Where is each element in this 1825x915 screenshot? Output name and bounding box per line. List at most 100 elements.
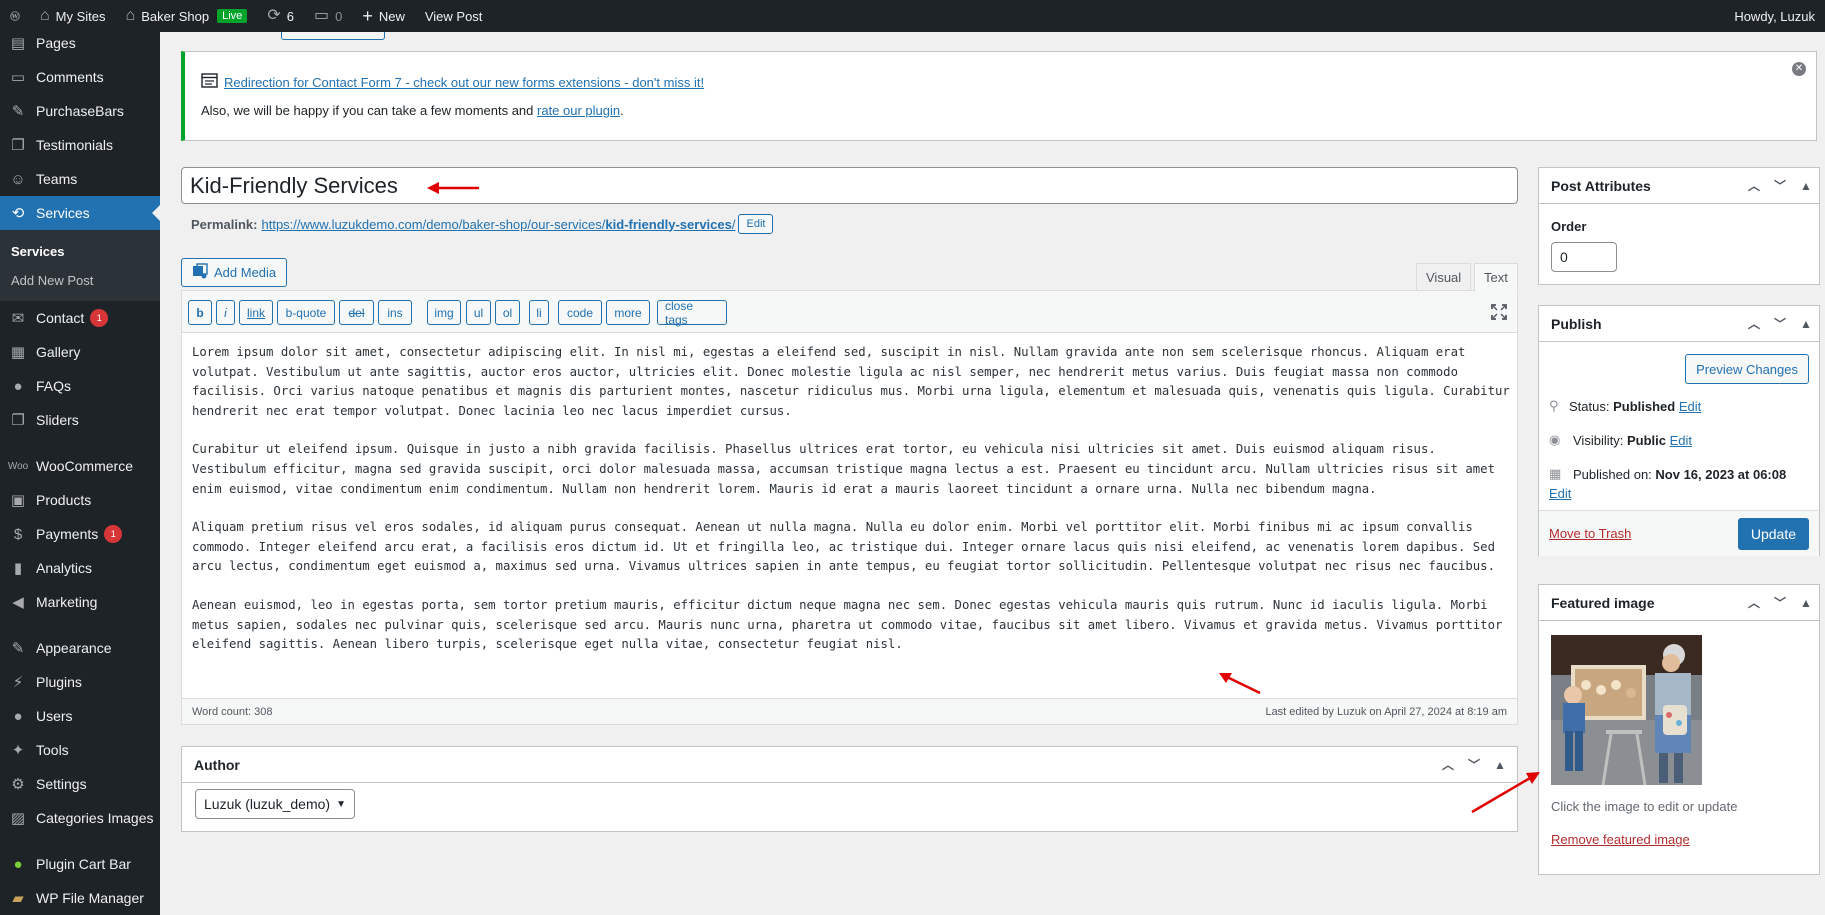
sidebar-item-testimonials[interactable]: ❐ Testimonials — [0, 128, 160, 162]
triangle-up-icon[interactable]: ▲ — [1487, 758, 1513, 772]
sidebar-item-categories-images[interactable]: ▨ Categories Images — [0, 801, 160, 835]
chevron-down-icon[interactable]: ﹀ — [1767, 315, 1793, 332]
chart-bar-icon: ▮ — [13, 560, 23, 577]
site-name-menu[interactable]: ⌂ Baker Shop Live — [116, 0, 258, 32]
home-icon: ⌂ — [125, 7, 136, 24]
sidebar-item-pages[interactable]: ▤ Pages — [0, 32, 160, 54]
qt-img-button[interactable]: img — [427, 300, 461, 325]
sidebar-item-plugin-cart-bar[interactable]: ● Plugin Cart Bar — [0, 847, 160, 881]
chevron-up-icon[interactable]: ︿ — [1741, 177, 1767, 194]
sidebar-item-faqs[interactable]: ● FAQs — [0, 369, 160, 403]
featured-image-thumbnail[interactable] — [1551, 635, 1702, 785]
submenu-item-services[interactable]: Services — [0, 237, 160, 266]
chevron-down-icon[interactable]: ﹀ — [1767, 594, 1793, 611]
sidebar-item-teams[interactable]: ☺ Teams — [0, 162, 160, 196]
triangle-up-icon[interactable]: ▲ — [1793, 317, 1819, 331]
qt-code-button[interactable]: code — [558, 300, 602, 325]
author-select[interactable]: Luzuk (luzuk_demo) ▼ — [195, 789, 355, 819]
permalink-link[interactable]: https://www.luzukdemo.com/demo/baker-sho… — [261, 217, 735, 232]
sidebar-item-label: Sliders — [36, 412, 79, 428]
preview-changes-button[interactable]: Preview Changes — [1685, 354, 1809, 384]
post-title-input[interactable]: Kid-Friendly Services — [181, 167, 1518, 204]
account-menu[interactable]: Howdy, Luzuk — [1724, 0, 1825, 32]
sidebar-item-plugins[interactable]: ⚡ Plugins — [0, 665, 160, 699]
fullscreen-icon[interactable] — [1491, 304, 1507, 323]
editor-status-bar: Word count: 308 Last edited by Luzuk on … — [182, 698, 1517, 724]
chevron-up-icon[interactable]: ︿ — [1741, 315, 1767, 332]
view-post-link[interactable]: View Post — [415, 0, 493, 32]
triangle-up-icon[interactable]: ▲ — [1793, 596, 1819, 610]
move-to-trash-link[interactable]: Move to Trash — [1549, 526, 1631, 541]
new-content-menu[interactable]: + New — [352, 0, 415, 32]
qt-close-tags-button[interactable]: close tags — [657, 299, 727, 327]
published-value: Nov 16, 2023 at 06:08 — [1655, 466, 1787, 482]
groups-icon: ☺ — [10, 170, 26, 188]
sidebar-item-purchasebars[interactable]: ✎ PurchaseBars — [0, 94, 160, 128]
sidebar-item-payments[interactable]: $ Payments 1 — [0, 517, 160, 551]
qt-li-button[interactable]: li — [529, 300, 549, 325]
qt-link-button[interactable]: link — [239, 300, 273, 325]
chevron-up-icon[interactable]: ︿ — [1741, 594, 1767, 611]
sidebar-item-label: Contact — [36, 310, 85, 326]
qt-ins-button[interactable]: ins — [378, 300, 412, 325]
my-sites-icon: ⌂ — [40, 7, 50, 24]
dismiss-icon[interactable]: ✕ — [1792, 62, 1806, 76]
qt-bquote-button[interactable]: b-quote — [277, 300, 335, 325]
comments-menu[interactable]: ▭ 0 — [304, 0, 352, 32]
triangle-up-icon[interactable]: ▲ — [1793, 179, 1819, 193]
tab-text[interactable]: Text — [1474, 263, 1518, 292]
order-input[interactable]: 0 — [1551, 242, 1617, 272]
add-media-button[interactable]: Add Media — [181, 258, 288, 287]
qt-del-button[interactable]: del — [339, 300, 374, 325]
add-new-button-partial[interactable] — [281, 32, 385, 40]
edit-date-link[interactable]: Edit — [1549, 486, 1571, 501]
edit-slug-button[interactable]: Edit — [738, 214, 774, 234]
author-metabox: Author ︿ ﹀ ▲ Luzuk (luzuk_demo) ▼ — [181, 746, 1518, 832]
sidebar-item-users[interactable]: ● Users — [0, 699, 160, 733]
rate-plugin-link[interactable]: rate our plugin — [537, 103, 620, 118]
sidebar-item-settings[interactable]: ⚙ Settings — [0, 767, 160, 801]
sidebar-item-wp-file-manager[interactable]: ▰ WP File Manager — [0, 881, 160, 915]
sidebar-item-comments[interactable]: ▭ Comments — [0, 60, 160, 94]
my-sites-label: My Sites — [55, 8, 106, 24]
sidebar-item-sliders[interactable]: ❐ Sliders — [0, 403, 160, 437]
update-button[interactable]: Update — [1737, 518, 1809, 550]
edit-visibility-link[interactable]: Edit — [1670, 433, 1692, 448]
chevron-down-icon[interactable]: ﹀ — [1461, 756, 1487, 773]
tab-visual[interactable]: Visual — [1416, 263, 1472, 292]
notice-link[interactable]: Redirection for Contact Form 7 - check o… — [224, 75, 704, 90]
published-row: ▦ Published on: Nov 16, 2023 at 06:08 — [1549, 466, 1786, 482]
sidebar-item-appearance[interactable]: ✎ Appearance — [0, 631, 160, 665]
updates-menu[interactable]: ⟳ 6 — [257, 0, 304, 32]
remove-featured-image-link[interactable]: Remove featured image — [1551, 832, 1690, 847]
sidebar-item-analytics[interactable]: ▮ Analytics — [0, 551, 160, 585]
sidebar-item-products[interactable]: ▣ Products — [0, 483, 160, 517]
sidebar-item-gallery[interactable]: ▦ Gallery — [0, 335, 160, 369]
comment-bubble-icon: ▭ — [313, 7, 330, 24]
sidebar-item-marketing[interactable]: ◀ Marketing — [0, 585, 160, 619]
qt-more-button[interactable]: more — [606, 300, 650, 325]
sidebar-item-services[interactable]: ⟲ Services — [0, 196, 160, 230]
wordpress-logo-icon[interactable]: W — [0, 6, 30, 26]
sidebar-item-label: Appearance — [36, 640, 112, 656]
sidebar-item-woocommerce[interactable]: Woo WooCommerce — [0, 449, 160, 483]
status-row: ⚲ Status: Published Edit — [1549, 398, 1701, 414]
sidebar-item-tools[interactable]: ✦ Tools — [0, 733, 160, 767]
metabox-controls: ︿ ﹀ ▲ — [1435, 756, 1513, 773]
submenu-item-add-new[interactable]: Add New Post — [0, 266, 160, 295]
view-post-label: View Post — [424, 8, 483, 24]
qt-ol-button[interactable]: ol — [495, 300, 520, 325]
my-sites-menu[interactable]: ⌂ My Sites — [30, 0, 116, 32]
sidebar-item-contact[interactable]: ✉ Contact 1 — [0, 301, 160, 335]
chevron-up-icon[interactable]: ︿ — [1435, 756, 1461, 773]
qt-bold-button[interactable]: b — [188, 300, 212, 325]
publish-actions: Move to Trash Update — [1539, 510, 1819, 556]
edit-status-link[interactable]: Edit — [1679, 399, 1701, 414]
qt-italic-button[interactable]: i — [216, 300, 235, 325]
chevron-down-icon[interactable]: ﹀ — [1767, 177, 1793, 194]
sidebar-item-label: Comments — [36, 69, 104, 85]
qt-ul-button[interactable]: ul — [466, 300, 491, 325]
notice-line-1: Redirection for Contact Form 7 - check o… — [201, 73, 704, 91]
notice-text: Also, we will be happy if you can take a… — [201, 103, 538, 118]
post-content-textarea[interactable]: Lorem ipsum dolor sit amet, consectetur … — [192, 343, 1510, 674]
